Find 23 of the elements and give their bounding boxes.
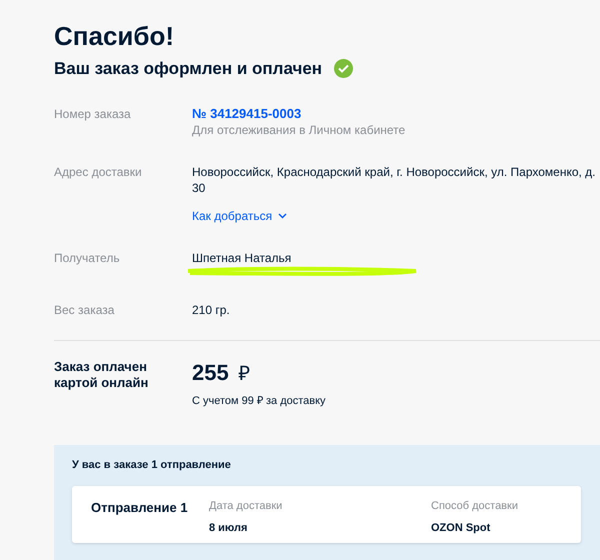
currency-sign: ₽ (238, 362, 251, 386)
field-label: Вес заказа (54, 302, 116, 318)
delivery-method: OZON Spot (431, 521, 492, 536)
payment-status: Заказ оплачен картой онлайн (54, 358, 150, 392)
field-note: Для отслеживания в Личном кабинете (192, 122, 406, 138)
shipments-heading: У вас в заказе 1 отправление (72, 458, 232, 473)
field-label: Номер заказа (54, 106, 132, 122)
total-amount: 255 (192, 360, 229, 386)
directions-link[interactable]: Как добраться (192, 208, 288, 224)
delivery-date: 8 июля (209, 521, 248, 536)
field-label: Дата доставки (209, 498, 284, 514)
field-label: Способ доставки (431, 498, 518, 514)
field-label: Получатель (54, 250, 121, 266)
confirmation-heading: Ваш заказ оформлен и оплачен (54, 58, 322, 80)
page-title: Спасибо! (54, 20, 175, 52)
field-value: Шпетная Наталья (192, 250, 292, 266)
field-label: Адрес доставки (54, 164, 143, 180)
order-number-link[interactable]: № 34129415-0003 (192, 106, 597, 122)
shipment-title: Отправление 1 (91, 498, 189, 517)
delivery-note: С учетом 99 ₽ за доставку (192, 394, 326, 408)
field-value: Новороссийск, Краснодарский край, г. Новороссийск, ул. Пархоменко, д. 30 (192, 164, 597, 196)
field-value: 210 гр. (192, 302, 231, 318)
chevron-down-icon (278, 212, 288, 218)
